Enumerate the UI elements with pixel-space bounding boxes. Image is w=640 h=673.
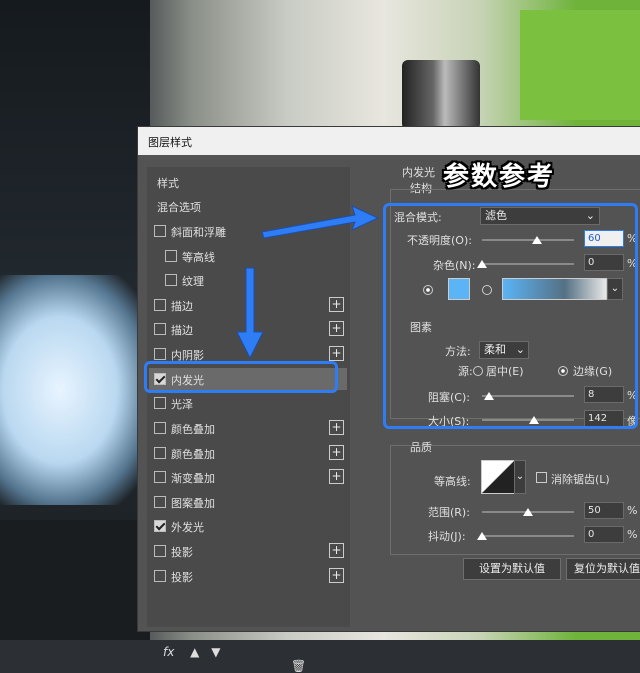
- arrow-down-icon: [236, 267, 264, 360]
- arrow-right-icon: [261, 205, 380, 239]
- annotation-arrows: [236, 205, 380, 360]
- fx-icon[interactable]: fx: [163, 645, 174, 659]
- move-down-icon[interactable]: ▼: [211, 645, 220, 659]
- list-toolbar: fx ▲ ▼ 🗑: [163, 645, 350, 673]
- trash-icon[interactable]: 🗑: [291, 659, 306, 673]
- move-up-icon[interactable]: ▲: [190, 645, 199, 659]
